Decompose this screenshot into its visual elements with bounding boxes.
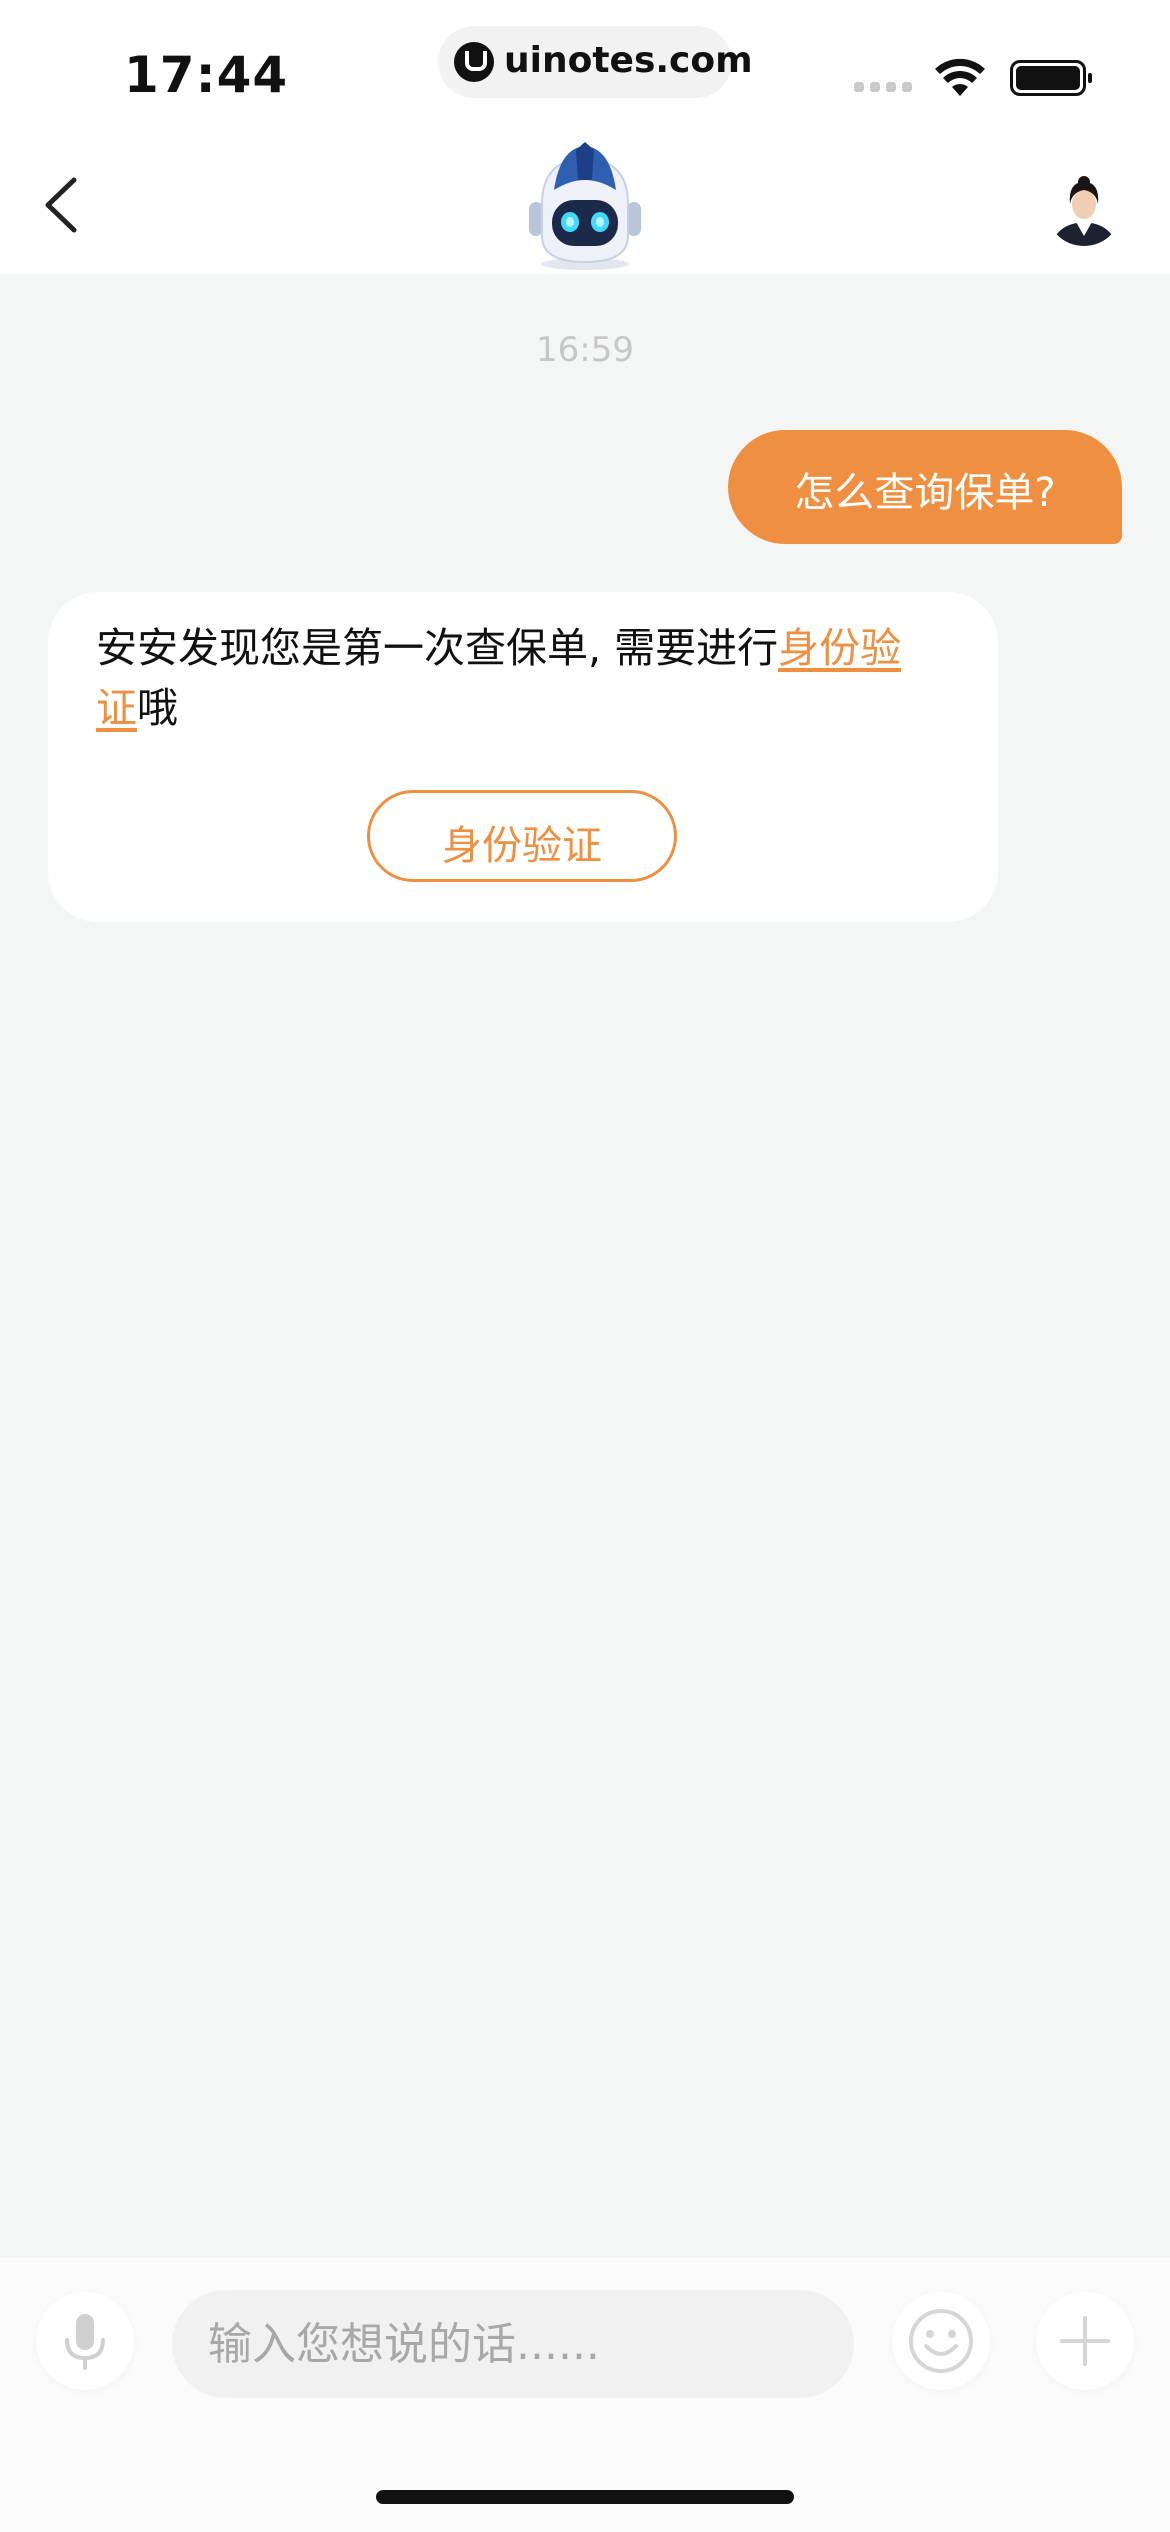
more-options-button[interactable] [1036,2292,1134,2390]
battery-icon [1010,60,1092,96]
site-logo-icon [454,42,494,82]
robot-mascot-icon [529,142,641,270]
plus-icon [1060,2316,1110,2366]
voice-input-button[interactable] [36,2292,134,2390]
url-pill[interactable]: uinotes.com [438,26,753,98]
bot-text-after: 哦 [137,684,178,732]
wifi-icon [935,58,985,96]
smiley-icon [909,2309,973,2373]
url-text: uinotes.com [504,40,753,81]
agent-avatar[interactable] [1046,170,1122,246]
bot-message-text: 安安发现您是第一次查保单, 需要进行身份验证哦 [96,618,926,738]
message-timestamp: 16:59 [536,330,634,370]
nav-bar [0,140,1170,274]
emoji-button[interactable] [892,2292,990,2390]
status-time: 17:44 [124,46,289,104]
identity-verify-label: 身份验证 [442,823,602,869]
home-indicator[interactable] [376,2490,794,2504]
message-input[interactable] [172,2290,854,2398]
status-bar: 17:44 uinotes.com [0,0,1170,140]
chevron-left-icon [45,177,77,233]
back-button[interactable] [30,170,100,240]
identity-verify-button[interactable]: 身份验证 [367,790,677,882]
user-message-bubble: 怎么查询保单? [728,430,1122,544]
microphone-icon [65,2314,105,2370]
user-message-text: 怎么查询保单? [794,470,1056,516]
cellular-signal-icon [854,82,914,92]
bot-text-before: 安安发现您是第一次查保单, 需要进行 [96,624,779,672]
bot-message-card: 安安发现您是第一次查保单, 需要进行身份验证哦 身份验证 [48,592,998,922]
